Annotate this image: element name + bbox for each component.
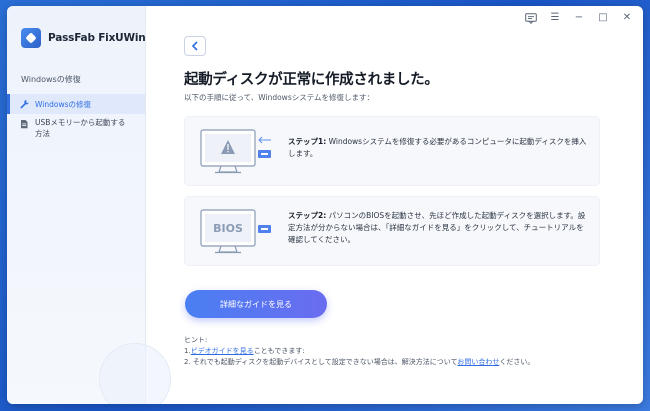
feedback-icon[interactable] bbox=[525, 12, 537, 24]
monitor-warning-illustration bbox=[200, 129, 271, 174]
video-guide-link[interactable]: ビデオガイドを見る bbox=[191, 347, 254, 355]
app-name: PassFab FixUWin bbox=[48, 32, 146, 44]
sidebar: PassFab FixUWin Windowsの修復 Windowsの修復 US… bbox=[7, 6, 171, 404]
step-2-text: ステップ2: パソコンのBIOSを起動させ、先ほど作成した起動ディスクを選択しま… bbox=[288, 211, 586, 244]
step-card-1: ステップ1: Windowsシステムを修復する必要があるコンピュータに起動ディス… bbox=[184, 116, 600, 186]
hint-line-2: 2. それでも起動ディスクを起動デバイスとして設定できない場合は、解決方法につい… bbox=[184, 358, 535, 366]
app-logo-icon bbox=[21, 28, 41, 48]
chevron-left-icon bbox=[191, 41, 198, 51]
wrench-icon bbox=[20, 100, 29, 109]
monitor-bios-illustration: BIOS bbox=[200, 209, 271, 254]
sidebar-item-usb-boot[interactable]: USBメモリーから起動する 方法 bbox=[7, 117, 145, 139]
hint-block: ヒント: 1.ビデオガイドを見ることもできます: 2. それでも起動ディスクを起… bbox=[184, 335, 534, 368]
brand: PassFab FixUWin bbox=[21, 28, 146, 48]
detailed-guide-button[interactable]: 詳細なガイドを見る bbox=[185, 290, 327, 318]
hint-line-1: 1.ビデオガイドを見ることもできます: bbox=[184, 347, 305, 355]
contact-link[interactable]: お問い合わせ bbox=[457, 358, 499, 366]
sidebar-item-label: Windowsの修復 bbox=[35, 99, 91, 109]
minimize-icon[interactable]: − bbox=[573, 12, 585, 24]
page-title: 起動ディスクが正常に作成されました。 bbox=[184, 72, 439, 88]
step-1-text: ステップ1: Windowsシステムを修復する必要があるコンピュータに起動ディス… bbox=[288, 137, 587, 158]
decorative-circle bbox=[99, 343, 171, 404]
app-window: PassFab FixUWin Windowsの修復 Windowsの修復 US… bbox=[7, 6, 643, 404]
step-card-2: BIOS ステップ2: パソコンのBIOSを起動させ、先ほど作成した起動ディスク… bbox=[184, 196, 600, 266]
sidebar-item-label: USBメモリーから起動する 方法 bbox=[35, 118, 126, 138]
sidebar-item-windows-repair[interactable]: Windowsの修復 bbox=[7, 94, 145, 114]
page-subtitle: 以下の手順に従って、Windowsシステムを修復します： bbox=[184, 93, 375, 102]
menu-icon[interactable]: ☰ bbox=[549, 12, 561, 24]
hint-heading: ヒント: bbox=[184, 336, 208, 344]
sidebar-heading: Windowsの修復 bbox=[21, 75, 81, 84]
document-icon bbox=[21, 120, 28, 129]
bios-label: BIOS bbox=[213, 222, 243, 235]
maximize-icon[interactable]: □ bbox=[597, 12, 609, 24]
back-button[interactable] bbox=[184, 36, 206, 56]
close-icon[interactable]: ✕ bbox=[621, 12, 633, 24]
window-controls: ☰ − □ ✕ bbox=[525, 12, 633, 24]
